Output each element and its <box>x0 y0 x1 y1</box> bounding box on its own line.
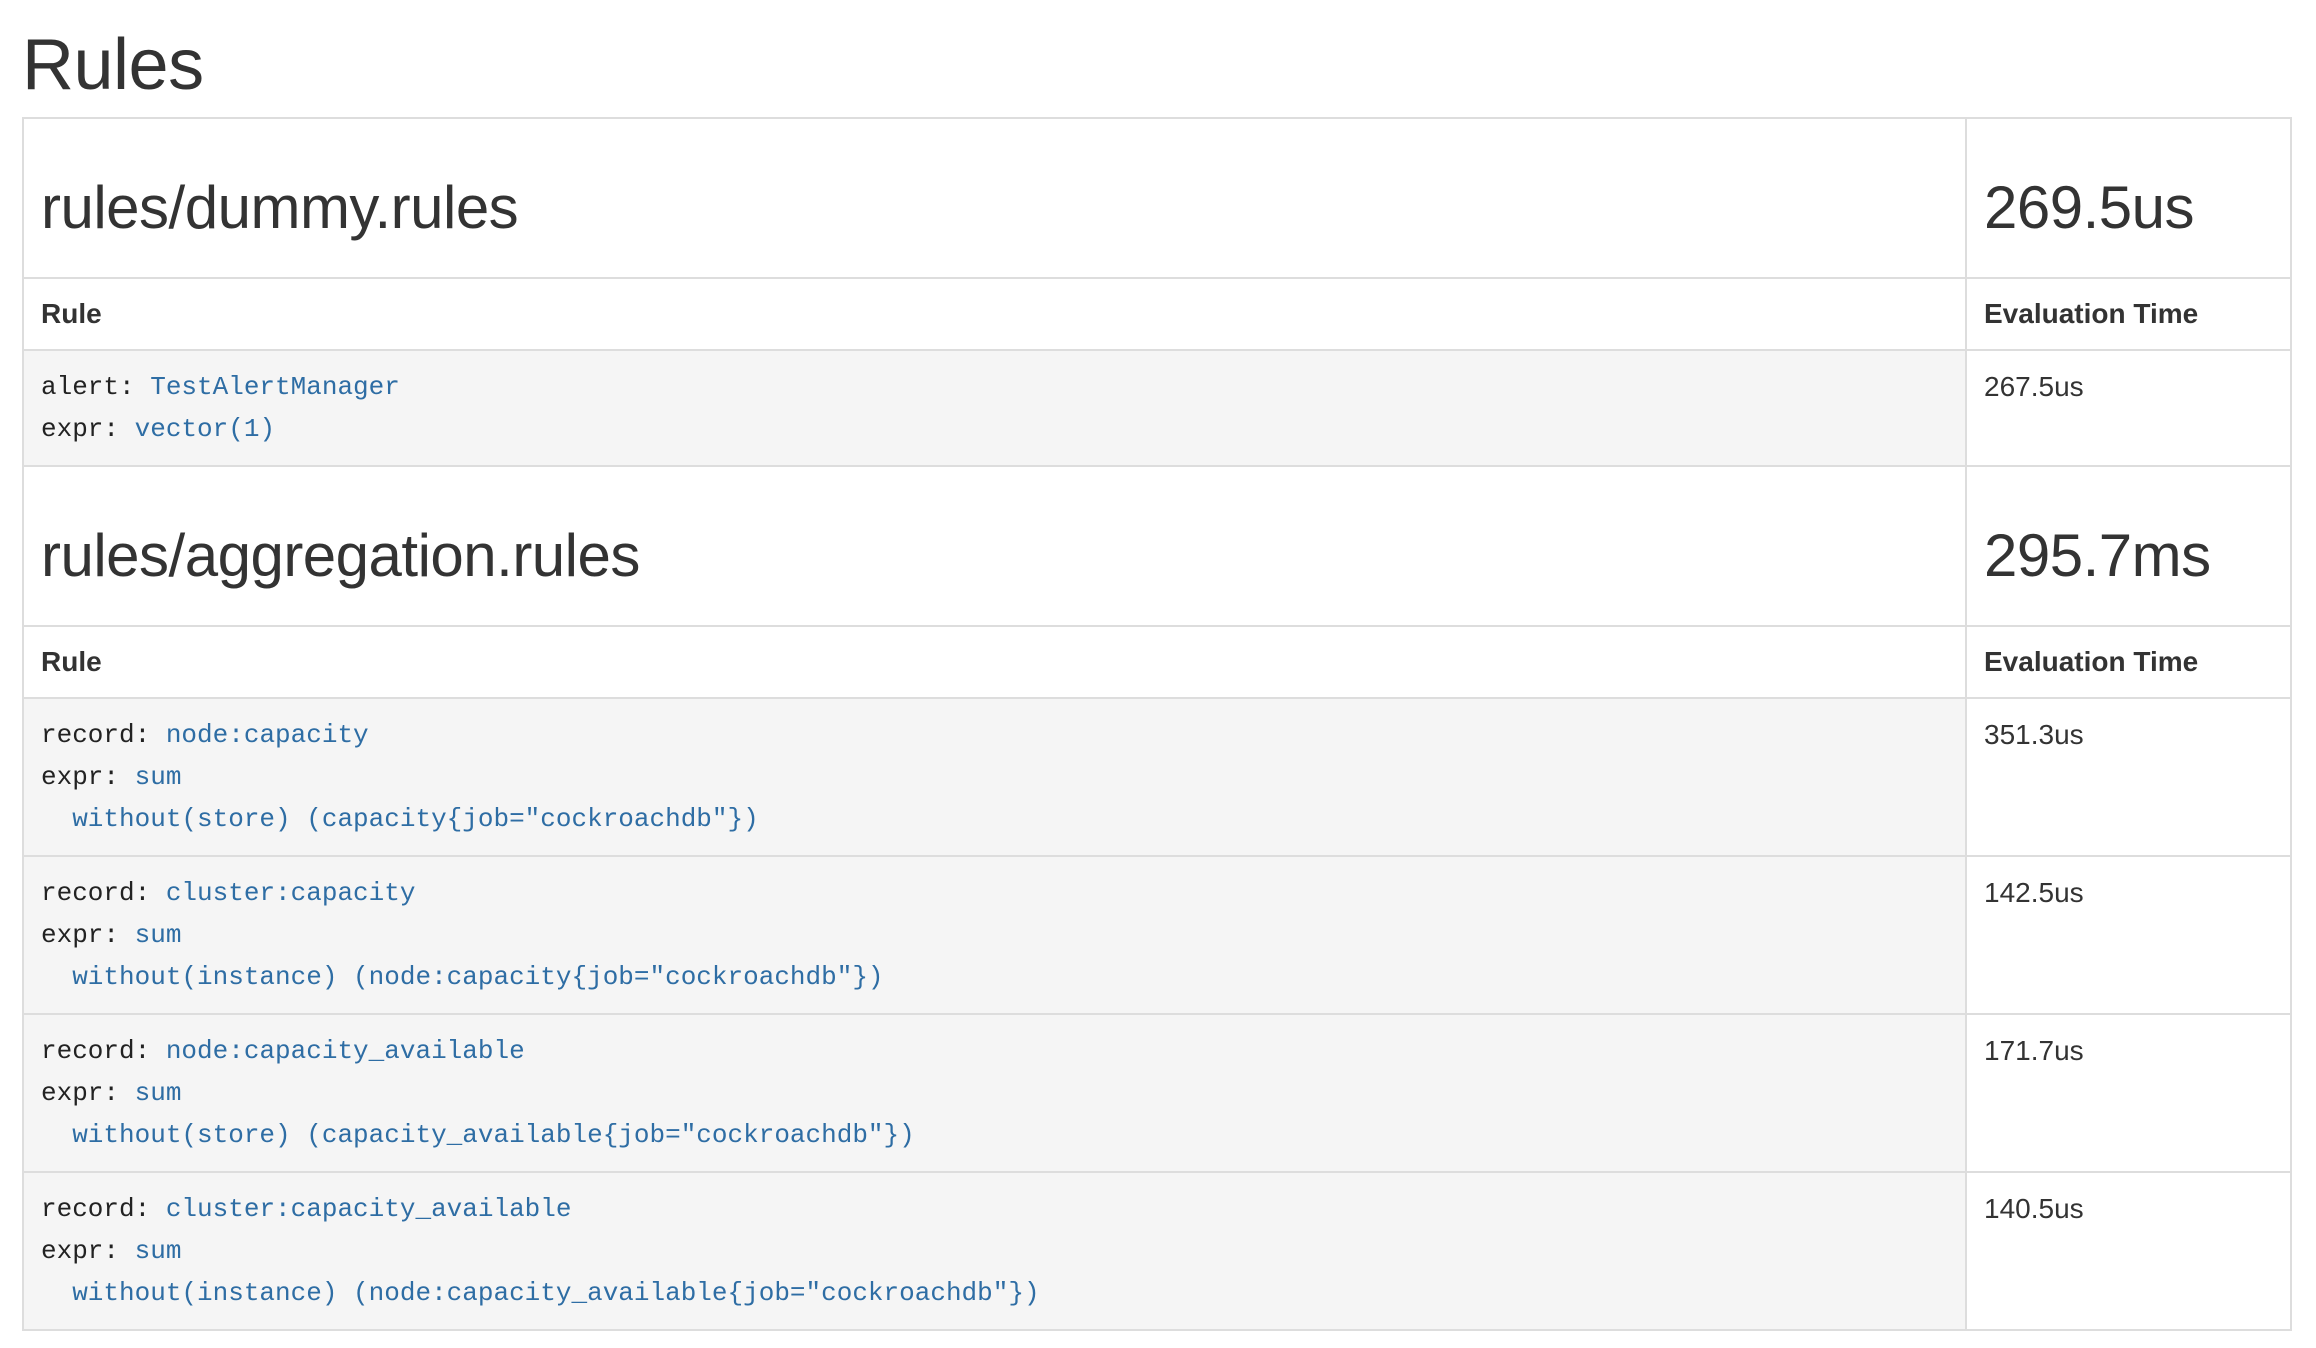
rule-code-line: record: cluster:capacity <box>41 872 1948 914</box>
rule-expr-link[interactable]: sum <box>135 920 182 950</box>
rule-cell: alert: TestAlertManager expr: vector(1) <box>23 350 1966 466</box>
rule-code-line: expr: sum <box>41 914 1948 956</box>
rule-name-link[interactable]: cluster:capacity <box>166 878 416 908</box>
column-header-row: Rule Evaluation Time <box>23 278 2291 350</box>
rule-column-header: Rule <box>23 278 1966 350</box>
rule-keyword: record: <box>41 1036 166 1066</box>
rule-keyword: expr: <box>41 1236 135 1266</box>
rule-group-header: rules/dummy.rules 269.5us <box>23 118 2291 278</box>
rule-code-line: alert: TestAlertManager <box>41 366 1948 408</box>
rule-code-line: without(instance) (node:capacity_availab… <box>41 1272 1948 1314</box>
rule-code-line: expr: sum <box>41 1072 1948 1114</box>
rule-expr-link[interactable]: without(instance) (node:capacity_availab… <box>41 1278 1040 1308</box>
rule-expr-link[interactable]: without(store) (capacity_available{job="… <box>41 1120 915 1150</box>
evaluation-time-cell: 351.3us <box>1966 698 2291 856</box>
rule-code-line: expr: sum <box>41 756 1948 798</box>
rule-keyword: expr: <box>41 1078 135 1108</box>
evaluation-time-cell: 267.5us <box>1966 350 2291 466</box>
rule-code-line: record: cluster:capacity_available <box>41 1188 1948 1230</box>
rule-name-link[interactable]: TestAlertManager <box>150 372 400 402</box>
evaluation-time-column-header: Evaluation Time <box>1966 626 2291 698</box>
rule-keyword: expr: <box>41 920 135 950</box>
rule-column-header: Rule <box>23 626 1966 698</box>
evaluation-time-cell: 171.7us <box>1966 1014 2291 1172</box>
rule-name-link[interactable]: node:capacity_available <box>166 1036 525 1066</box>
rule-keyword: record: <box>41 720 166 750</box>
rule-cell: record: cluster:capacity_available expr:… <box>23 1172 1966 1330</box>
rule-name-link[interactable]: node:capacity <box>166 720 369 750</box>
rule-expr-link[interactable]: sum <box>135 1236 182 1266</box>
rule-keyword: record: <box>41 878 166 908</box>
rule-row: record: cluster:capacity_available expr:… <box>23 1172 2291 1330</box>
rule-code-line: without(instance) (node:capacity{job="co… <box>41 956 1948 998</box>
rule-name-link[interactable]: cluster:capacity_available <box>166 1194 572 1224</box>
evaluation-time-cell: 142.5us <box>1966 856 2291 1014</box>
evaluation-time-cell: 140.5us <box>1966 1172 2291 1330</box>
column-header-row: Rule Evaluation Time <box>23 626 2291 698</box>
rule-group-file: rules/dummy.rules <box>41 175 1948 241</box>
rule-keyword: record: <box>41 1194 166 1224</box>
rule-row: alert: TestAlertManager expr: vector(1) … <box>23 350 2291 466</box>
rule-row: record: node:capacity expr: sum without(… <box>23 698 2291 856</box>
rule-cell: record: cluster:capacity expr: sum witho… <box>23 856 1966 1014</box>
rule-keyword: expr: <box>41 762 135 792</box>
rule-code-line: record: node:capacity <box>41 714 1948 756</box>
rule-expr-link[interactable]: without(instance) (node:capacity{job="co… <box>41 962 884 992</box>
rule-code-line: expr: vector(1) <box>41 408 1948 450</box>
rule-expr-link[interactable]: sum <box>135 762 182 792</box>
rule-cell: record: node:capacity_available expr: su… <box>23 1014 1966 1172</box>
rule-row: record: node:capacity_available expr: su… <box>23 1014 2291 1172</box>
rule-group-file-cell: rules/aggregation.rules <box>23 466 1966 626</box>
rule-keyword: expr: <box>41 414 135 444</box>
rule-expr-link[interactable]: vector(1) <box>135 414 275 444</box>
rule-cell: record: node:capacity expr: sum without(… <box>23 698 1966 856</box>
page-title: Rules <box>22 26 2290 105</box>
rule-group-total-cell: 295.7ms <box>1966 466 2291 626</box>
rule-group-header: rules/aggregation.rules 295.7ms <box>23 466 2291 626</box>
rule-group-file: rules/aggregation.rules <box>41 523 1948 589</box>
rule-group-total-cell: 269.5us <box>1966 118 2291 278</box>
rule-group-total-eval-time: 295.7ms <box>1984 523 2273 589</box>
rules-page: Rules rules/dummy.rules 269.5us Rule Eva… <box>0 26 2316 1331</box>
rule-code-line: without(store) (capacity_available{job="… <box>41 1114 1948 1156</box>
rule-code-line: without(store) (capacity{job="cockroachd… <box>41 798 1948 840</box>
rule-expr-link[interactable]: without(store) (capacity{job="cockroachd… <box>41 804 759 834</box>
rule-group-file-cell: rules/dummy.rules <box>23 118 1966 278</box>
rule-code-line: record: node:capacity_available <box>41 1030 1948 1072</box>
rule-expr-link[interactable]: sum <box>135 1078 182 1108</box>
rules-table: rules/dummy.rules 269.5us Rule Evaluatio… <box>22 117 2292 1331</box>
rule-keyword: alert: <box>41 372 150 402</box>
rule-row: record: cluster:capacity expr: sum witho… <box>23 856 2291 1014</box>
rule-code-line: expr: sum <box>41 1230 1948 1272</box>
rule-group-total-eval-time: 269.5us <box>1984 175 2273 241</box>
evaluation-time-column-header: Evaluation Time <box>1966 278 2291 350</box>
